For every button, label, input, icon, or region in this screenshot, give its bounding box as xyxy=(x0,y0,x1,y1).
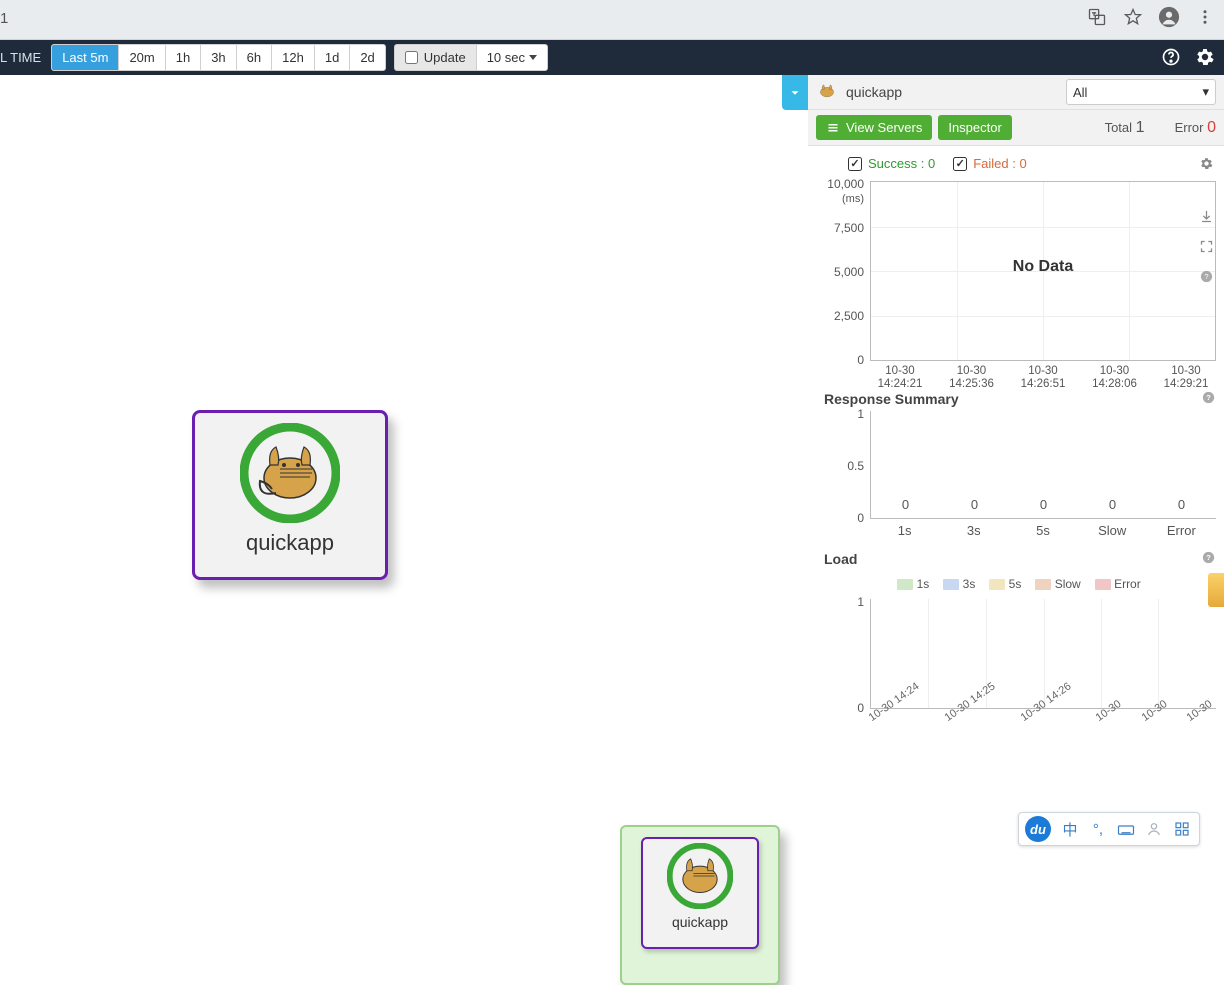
realtime-label: L TIME xyxy=(0,50,49,65)
total-stat: Total 1 xyxy=(1105,119,1145,137)
ime-keyboard-icon[interactable] xyxy=(1115,818,1137,840)
help-icon[interactable]: ? xyxy=(1201,390,1216,408)
legend-success-label: Success : 0 xyxy=(868,156,935,171)
tomcat-icon xyxy=(643,843,757,912)
view-servers-label: View Servers xyxy=(846,120,922,135)
inspector-button[interactable]: Inspector xyxy=(938,115,1011,140)
checkbox-icon xyxy=(953,157,967,171)
range-3h[interactable]: 3h xyxy=(201,45,236,70)
star-icon[interactable] xyxy=(1122,6,1144,28)
no-data-label: No Data xyxy=(1013,258,1073,276)
app-node-group[interactable]: quickapp xyxy=(620,825,780,985)
tomcat-small-icon xyxy=(816,82,838,103)
range-last5m[interactable]: Last 5m xyxy=(52,45,119,70)
bar-cat: 3s xyxy=(944,523,1004,538)
side-tab-stub[interactable] xyxy=(1208,573,1224,607)
range-1d[interactable]: 1d xyxy=(315,45,350,70)
browser-chrome: 1 xyxy=(0,0,1224,40)
load-chart: Load ? 1s 3s 5s Slow Error 1 0 10 xyxy=(808,537,1224,735)
bar-value: 0 xyxy=(876,497,936,512)
ime-punct-icon[interactable]: °, xyxy=(1087,818,1109,840)
time-range-group: Last 5m 20m 1h 3h 6h 12h 1d 2d xyxy=(51,44,386,71)
range-2d[interactable]: 2d xyxy=(350,45,384,70)
ime-user-icon[interactable] xyxy=(1143,818,1165,840)
tomcat-icon xyxy=(195,423,385,526)
legend-success[interactable]: Success : 0 xyxy=(848,156,935,171)
topology-canvas[interactable]: quickapp quickapp xyxy=(0,75,808,976)
interval-select[interactable]: 10 sec xyxy=(477,44,548,71)
bar-value: 0 xyxy=(945,497,1005,512)
help-icon[interactable]: ? xyxy=(1201,550,1216,568)
legend-failed[interactable]: Failed : 0 xyxy=(953,156,1026,171)
details-panel: quickapp All ▾ View Servers Inspector To… xyxy=(808,75,1224,976)
ime-lang-icon[interactable]: 中 xyxy=(1059,818,1081,840)
bar-cat: 5s xyxy=(1013,523,1073,538)
svg-text:?: ? xyxy=(1206,553,1211,562)
bar-cat: 1s xyxy=(875,523,935,538)
bar-value: 0 xyxy=(1083,497,1143,512)
gear-icon[interactable] xyxy=(1199,156,1214,174)
time-toolbar: L TIME Last 5m 20m 1h 3h 6h 12h 1d 2d Up… xyxy=(0,40,1224,75)
ime-grid-icon[interactable] xyxy=(1171,818,1193,840)
bar-value: 0 xyxy=(1014,497,1074,512)
y-unit: (ms) xyxy=(842,193,864,205)
panel-app-name: quickapp xyxy=(846,84,1058,100)
latency-chart: 10,000 (ms) 7,500 5,000 2,500 0 No Data … xyxy=(808,175,1224,377)
server-filter-select[interactable]: All ▾ xyxy=(1066,79,1216,105)
download-icon[interactable] xyxy=(1199,209,1214,227)
ime-toolbar[interactable]: du 中 °, xyxy=(1018,812,1200,846)
url-fragment: 1 xyxy=(0,10,8,27)
bar-value: 0 xyxy=(1152,497,1212,512)
y-tick: 2,500 xyxy=(834,309,864,323)
y-tick: 0 xyxy=(857,353,864,367)
bar-cat: Slow xyxy=(1082,523,1142,538)
help-icon[interactable] xyxy=(1158,44,1184,70)
bar-cat: Error xyxy=(1151,523,1211,538)
app-node-main-label: quickapp xyxy=(195,530,385,556)
app-node-main[interactable]: quickapp xyxy=(192,410,388,580)
range-12h[interactable]: 12h xyxy=(272,45,315,70)
y-tick: 1 xyxy=(857,595,864,609)
interval-value: 10 sec xyxy=(487,50,525,65)
view-servers-button[interactable]: View Servers xyxy=(816,115,932,140)
kebab-menu-icon[interactable] xyxy=(1194,6,1216,28)
inspector-label: Inspector xyxy=(948,120,1001,135)
chevron-down-icon xyxy=(529,55,537,60)
help-icon[interactable]: ? xyxy=(1199,269,1214,287)
y-tick: 1 xyxy=(857,407,864,421)
y-tick: 0 xyxy=(857,701,864,715)
chart-title: Response Summary xyxy=(824,391,959,407)
y-tick: 10,000 xyxy=(827,177,864,191)
app-node-small[interactable]: quickapp xyxy=(641,837,759,949)
chevron-down-icon: ▾ xyxy=(1202,84,1209,100)
y-tick: 0.5 xyxy=(847,459,864,473)
auto-update-toggle[interactable]: Update xyxy=(394,44,477,71)
chart-title: Load xyxy=(824,551,857,567)
svg-text:?: ? xyxy=(1204,272,1208,281)
translate-icon[interactable] xyxy=(1086,6,1108,28)
checkbox-icon xyxy=(848,157,862,171)
y-tick: 5,000 xyxy=(834,265,864,279)
load-legend: 1s 3s 5s Slow Error xyxy=(822,571,1216,591)
server-filter-value: All xyxy=(1073,85,1087,100)
y-tick: 7,500 xyxy=(834,221,864,235)
error-stat: Error 0 xyxy=(1175,119,1216,137)
auto-update-checkbox[interactable] xyxy=(405,51,418,64)
legend-failed-label: Failed : 0 xyxy=(973,156,1026,171)
fullscreen-icon[interactable] xyxy=(1199,239,1214,257)
settings-icon[interactable] xyxy=(1192,44,1218,70)
range-6h[interactable]: 6h xyxy=(237,45,272,70)
y-tick: 0 xyxy=(857,511,864,525)
response-summary-chart: Response Summary ? 1 0.5 0 0 0 0 0 0 xyxy=(808,377,1224,537)
auto-update-label: Update xyxy=(424,50,466,65)
svg-text:?: ? xyxy=(1206,393,1211,402)
ime-logo-icon: du xyxy=(1025,816,1051,842)
range-1h[interactable]: 1h xyxy=(166,45,201,70)
collapse-panel-button[interactable] xyxy=(782,75,808,110)
account-icon[interactable] xyxy=(1158,6,1180,28)
range-20m[interactable]: 20m xyxy=(119,45,165,70)
app-node-small-label: quickapp xyxy=(643,914,757,930)
